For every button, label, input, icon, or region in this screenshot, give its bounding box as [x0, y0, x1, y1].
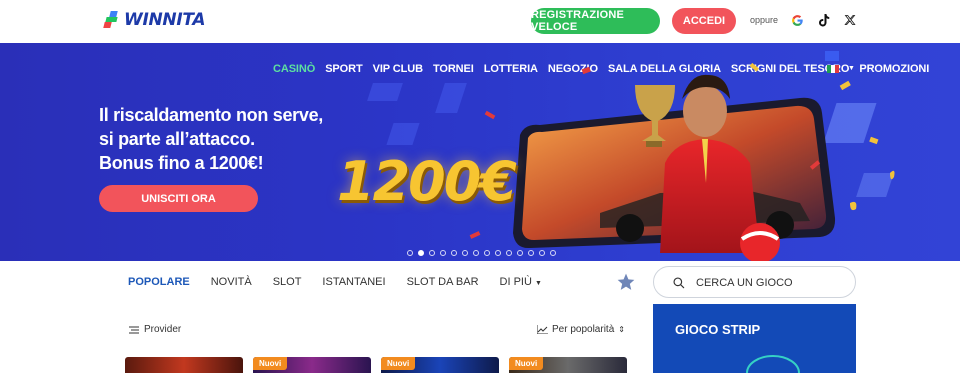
slider-dot[interactable] — [506, 250, 512, 256]
sort-label: Per popolarità — [552, 324, 615, 335]
join-now-button[interactable]: UNISCITI ORA — [99, 185, 258, 212]
search-icon — [673, 277, 685, 289]
sort-dropdown[interactable]: Per popolarità ⇕ — [537, 324, 625, 335]
search-input[interactable] — [696, 274, 846, 292]
game-card[interactable]: Nuovi — [509, 357, 627, 373]
hero-title-line: Il riscaldamento non serve, — [99, 105, 323, 125]
nav-item-casino[interactable]: CASINÒ — [273, 63, 315, 75]
slider-dot[interactable] — [550, 250, 556, 256]
tab-istantanei[interactable]: ISTANTANEI — [322, 276, 385, 288]
strip-glow-art — [746, 355, 800, 373]
register-button[interactable]: REGISTRAZIONE VELOCE — [531, 8, 660, 34]
tab-novita[interactable]: NOVITÀ — [211, 276, 252, 288]
strip-game-title: GIOCO STRIP — [675, 322, 761, 337]
new-badge: Nuovi — [253, 357, 288, 370]
provider-label: Provider — [144, 324, 182, 335]
provider-filter[interactable]: Provider — [129, 324, 181, 335]
filter-icon — [129, 326, 139, 333]
google-icon[interactable] — [790, 13, 804, 27]
sort-caret-icon: ⇕ — [618, 325, 625, 334]
slider-dot[interactable] — [429, 250, 435, 256]
slider-dot[interactable] — [517, 250, 523, 256]
or-label: oppure — [750, 15, 779, 25]
strip-game-panel[interactable]: GIOCO STRIP — [653, 304, 856, 373]
tab-di-piu-label: DI PIÙ — [499, 276, 532, 288]
hero-title: Il riscaldamento non serve, si parte all… — [99, 103, 329, 175]
game-card[interactable]: Nuovi — [381, 357, 499, 373]
slider-dot[interactable] — [539, 250, 545, 256]
game-search — [653, 266, 856, 298]
slider-dot[interactable] — [495, 250, 501, 256]
bonus-amount: 1200€ — [337, 150, 517, 213]
logo-text: WINNITA — [124, 10, 206, 30]
slider-dot-active[interactable] — [418, 250, 424, 256]
slider-dot[interactable] — [462, 250, 468, 256]
new-badge: Nuovi — [381, 357, 416, 370]
trend-chart-icon — [537, 325, 548, 334]
game-card[interactable]: Nuovi — [253, 357, 371, 373]
favorites-star-icon[interactable] — [616, 272, 636, 292]
login-button[interactable]: ACCEDI — [672, 8, 736, 34]
category-tabs: POPOLARE NOVITÀ SLOT ISTANTANEI SLOT DA … — [128, 276, 542, 288]
tab-di-piu[interactable]: DI PIÙ ▼ — [500, 276, 542, 288]
tab-popolare[interactable]: POPOLARE — [128, 276, 190, 288]
new-badge: Nuovi — [509, 357, 544, 370]
slider-dot[interactable] — [528, 250, 534, 256]
slider-dot[interactable] — [473, 250, 479, 256]
slider-dot[interactable] — [440, 250, 446, 256]
x-icon[interactable] — [843, 13, 857, 27]
top-header: WINNITA REGISTRAZIONE VELOCE ACCEDI oppu… — [0, 0, 960, 43]
hero-banner[interactable]: CASINÒ SPORT VIP CLUB TORNEI LOTTERIA NE… — [0, 43, 960, 261]
slider-dot[interactable] — [451, 250, 457, 256]
slider-dot[interactable] — [407, 250, 413, 256]
slider-dot[interactable] — [484, 250, 490, 256]
page: WINNITA REGISTRAZIONE VELOCE ACCEDI oppu… — [0, 0, 960, 373]
slider-dots — [407, 250, 556, 256]
hero-title-line: si parte all’attacco. — [99, 129, 255, 149]
site-logo[interactable]: WINNITA — [103, 10, 206, 30]
logo-mark-icon — [103, 11, 120, 29]
hero-title-line: Bonus fino a 1200€! — [99, 153, 264, 173]
chevron-down-icon: ▼ — [534, 280, 542, 287]
game-card[interactable] — [125, 357, 243, 373]
tab-slot[interactable]: SLOT — [273, 276, 302, 288]
tab-slot-da-bar[interactable]: SLOT DA BAR — [407, 276, 479, 288]
tiktok-icon[interactable] — [817, 13, 831, 27]
